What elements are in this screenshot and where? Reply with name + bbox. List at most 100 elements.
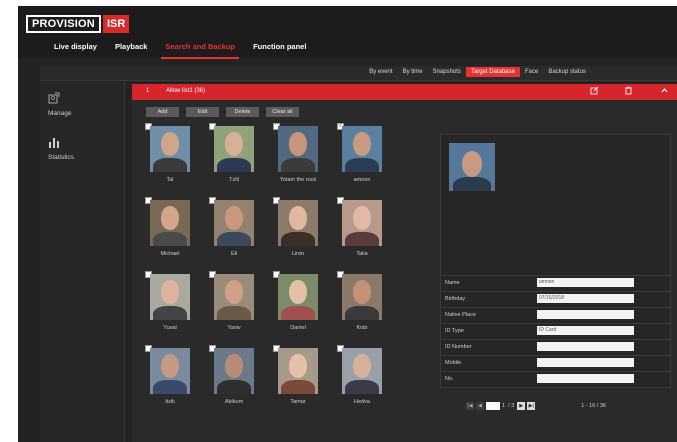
sidebar-label-manage: Manage	[48, 110, 72, 117]
detail-field-value[interactable]	[537, 310, 634, 319]
detail-field-label: Name	[445, 280, 460, 286]
face-card[interactable]: Kobi	[337, 271, 392, 338]
face-card[interactable]: Hedva	[337, 345, 392, 412]
detail-field-row: No.	[441, 371, 670, 387]
detail-field-row: Name amnon	[441, 275, 670, 291]
delete-button[interactable]: Delete	[226, 107, 259, 117]
detail-field-value[interactable]	[537, 342, 634, 351]
face-photo	[342, 126, 382, 172]
record-range: 1 - 16 / 36	[581, 403, 606, 409]
page-input[interactable]	[486, 402, 500, 410]
detail-field-value[interactable]	[537, 358, 634, 367]
add-button[interactable]: Add	[146, 107, 179, 117]
face-photo	[278, 126, 318, 172]
face-card[interactable]: Daniel	[273, 271, 328, 338]
tab-face[interactable]: Face	[520, 67, 543, 77]
page-current: 1	[502, 403, 506, 409]
tab-by-event[interactable]: By event	[364, 67, 397, 77]
clear-all-button[interactable]: Clear all	[266, 107, 299, 117]
face-card[interactable]: Tzlil	[209, 123, 264, 190]
tab-backup-status[interactable]: Backup status	[543, 67, 591, 77]
detail-field-label: ID Number	[445, 344, 472, 350]
page-total: / 3	[508, 403, 515, 409]
next-page-button[interactable]: ▶	[517, 402, 526, 410]
face-name: Michael	[160, 251, 180, 257]
face-name: Tzlil	[229, 177, 239, 183]
face-photo	[214, 126, 254, 172]
face-photo	[214, 348, 254, 394]
face-card[interactable]: Tamar	[273, 345, 328, 412]
nav-function-panel[interactable]: Function panel	[253, 42, 306, 55]
app-window: PROVISION ISR Live display Playback Sear…	[18, 6, 677, 442]
sidebar-item-statistics[interactable]: Statistics	[48, 136, 108, 161]
chevron-up-icon[interactable]	[660, 86, 669, 97]
nav-playback[interactable]: Playback	[115, 42, 148, 55]
delete-icon[interactable]	[624, 86, 633, 97]
face-card[interactable]: Eli	[209, 197, 264, 264]
tab-snapshots[interactable]: Snapshots	[428, 67, 466, 77]
face-photo	[278, 274, 318, 320]
search-type-tabbar: By event By time Snapshots Target Databa…	[40, 66, 677, 81]
face-card[interactable]: Liron	[273, 197, 328, 264]
main-nav: Live display Playback Search and Backup …	[54, 42, 324, 59]
detail-field-row: Mobile	[441, 355, 670, 371]
list-header-bar[interactable]: 1 Allow list1 (36)	[132, 84, 677, 100]
face-card[interactable]: Talia	[337, 197, 392, 264]
detail-field-row: Native Place	[441, 307, 670, 323]
detail-field-value[interactable]: ID Card	[537, 326, 634, 335]
face-card[interactable]: Yotam the rock	[273, 123, 328, 190]
face-card[interactable]: Abikum	[209, 345, 264, 412]
list-title: Allow list1 (36)	[166, 88, 206, 94]
detail-field-label: No.	[445, 376, 454, 382]
list-index: 1	[146, 88, 150, 94]
face-name: Eli	[230, 251, 238, 257]
face-name: Hedva	[354, 399, 370, 405]
face-card[interactable]: Yuval	[145, 271, 200, 338]
manage-icon	[48, 92, 108, 107]
face-name: Liron	[291, 251, 305, 257]
detail-field-row: ID Number	[441, 339, 670, 355]
detail-panel: Name amnon Birthday 07/15/2018 Native Place I…	[440, 134, 671, 388]
sidebar-item-manage[interactable]: Manage	[48, 92, 108, 117]
brand-accent: ISR	[102, 15, 130, 33]
edit-button[interactable]: Edit	[186, 107, 219, 117]
tab-by-time[interactable]: By time	[398, 67, 428, 77]
face-photo	[278, 200, 318, 246]
bar-chart-icon	[48, 136, 108, 151]
face-card[interactable]: ✓ amnon	[337, 123, 392, 190]
face-photo	[214, 200, 254, 246]
detail-field-row: ID Type ID Card	[441, 323, 670, 339]
face-card[interactable]: Tal	[145, 123, 200, 190]
face-photo	[342, 274, 382, 320]
face-name: Yotam the rock	[279, 177, 317, 183]
brand-main: PROVISION	[26, 15, 101, 33]
face-name: Tamar	[290, 399, 306, 405]
face-name: Abikum	[224, 399, 244, 405]
prev-page-button[interactable]: ◀	[476, 402, 484, 410]
selected-face-photo	[449, 143, 495, 191]
first-page-button[interactable]: |◀	[466, 402, 474, 410]
brand-logo: PROVISION ISR	[26, 14, 130, 34]
tab-target-database[interactable]: Target Database	[465, 67, 520, 77]
nav-search-and-backup[interactable]: Search and Backup	[161, 42, 239, 59]
detail-fields: Name amnon Birthday 07/15/2018 Native Place I…	[441, 275, 670, 387]
face-card[interactable]: Yaniv	[209, 271, 264, 338]
detail-field-value[interactable]: amnon	[537, 278, 634, 287]
detail-field-value[interactable]: 07/15/2018	[537, 294, 634, 303]
edit-icon[interactable]	[590, 86, 599, 97]
face-card[interactable]: Itzik	[145, 345, 200, 412]
last-page-button[interactable]: ▶|	[527, 402, 536, 410]
sidebar: Manage Statistics	[40, 82, 125, 442]
main-content: 1 Allow list1 (36) Add Edit Delete Clear…	[132, 84, 677, 442]
detail-field-label: ID Type	[445, 328, 464, 334]
detail-field-label: Mobile	[445, 360, 462, 366]
face-name: Kobi	[356, 325, 368, 331]
face-name: Yuval	[163, 325, 177, 331]
face-name: amnon	[353, 177, 371, 183]
face-photo	[150, 348, 190, 394]
header: PROVISION ISR Live display Playback Sear…	[18, 6, 677, 59]
face-card[interactable]: Michael	[145, 197, 200, 264]
nav-live-display[interactable]: Live display	[54, 42, 97, 55]
detail-field-value[interactable]	[537, 374, 634, 383]
face-name: Yaniv	[227, 325, 241, 331]
